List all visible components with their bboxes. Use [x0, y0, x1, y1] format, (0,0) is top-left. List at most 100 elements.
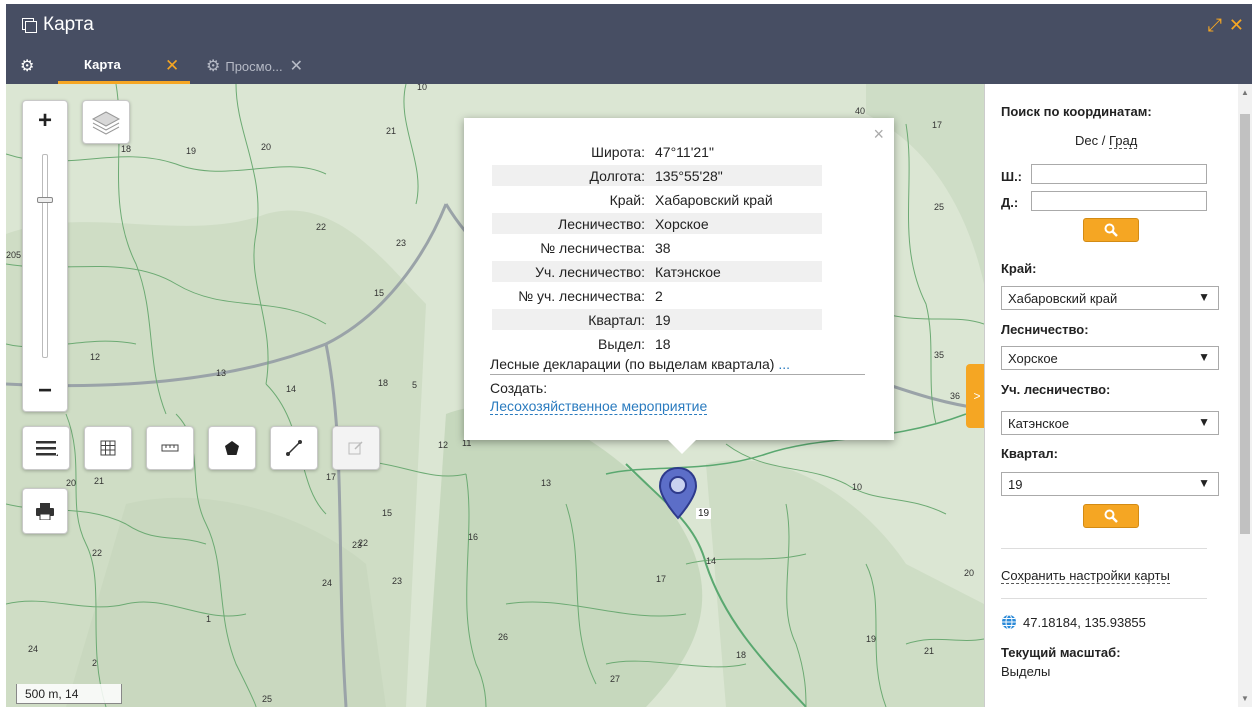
map-parcel-label: 27 [610, 674, 620, 684]
map-parcel-label: 23 [396, 238, 406, 248]
scale-bar: 500 m, 14 [16, 684, 122, 704]
polygon-button[interactable] [208, 426, 256, 470]
map-canvas[interactable]: 21 19 18 20 22 23 15 12 13 14 18 5 11 12 17 21 20 22 23 24 1… [6, 84, 984, 707]
popup-row-value: Катэнское [655, 263, 721, 280]
tab-map-close-icon[interactable]: ✕ [165, 56, 179, 76]
gears-icon: ⚙ [20, 58, 35, 75]
map-parcel-label: 13 [216, 368, 226, 378]
forestry-select[interactable]: Хорское ▼ [1001, 346, 1219, 370]
popup-row: № уч. лесничества: 2 [492, 285, 822, 306]
map-parcel-label: 25 [934, 202, 944, 212]
window-icon [22, 18, 37, 33]
map-parcel-label: 17 [326, 472, 336, 482]
line-button[interactable] [270, 426, 318, 470]
tab-view[interactable]: ⚙ Просмо... ✕ [206, 48, 303, 84]
scroll-down-icon[interactable]: ▼ [1241, 694, 1249, 703]
popup-row-value: 18 [655, 335, 671, 352]
tab-view-close-icon[interactable]: ✕ [290, 56, 303, 76]
map-parcel-label: 25 [262, 694, 272, 704]
map-parcel-label: 13 [541, 478, 551, 488]
lon-input[interactable] [1031, 191, 1207, 211]
subforestry-label: Уч. лесничество: [1001, 382, 1111, 397]
save-settings-link[interactable]: Сохранить настройки карты [1001, 568, 1170, 584]
create-label: Создать: [490, 380, 548, 396]
popup-row-key: № лесничества: [540, 239, 645, 256]
quarter-value: 19 [1008, 477, 1023, 492]
map-parcel-label: 15 [374, 288, 384, 298]
tab-home[interactable]: ⚙ [20, 48, 50, 84]
layers-button[interactable] [82, 100, 130, 144]
map-parcel-label: 26 [498, 632, 508, 642]
popup-row: Лесничество: Хорское [492, 213, 822, 234]
print-button[interactable] [22, 488, 68, 534]
map-parcel-label: 17 [656, 574, 666, 584]
lat-label: Ш.: [1001, 169, 1023, 184]
map-parcel-label: 36 [950, 391, 960, 401]
popup-row-value: 38 [655, 239, 671, 256]
forestry-label: Лесничество: [1001, 322, 1089, 337]
line-icon [286, 440, 302, 456]
declarations-link[interactable]: Лесные декларации (по выделам квартала) … [490, 356, 865, 375]
map-parcel-label: 21 [386, 126, 396, 136]
collapse-panel-button[interactable]: > [966, 364, 984, 428]
popup-row-key: Лесничество: [558, 215, 645, 232]
quarter-search-button[interactable] [1083, 504, 1139, 528]
map-parcel-label: 18 [736, 650, 746, 660]
ruler-button[interactable] [146, 426, 194, 470]
map-parcel-label: 22 [316, 222, 326, 232]
edit-icon [348, 441, 363, 455]
map-parcel-label: 16 [468, 532, 478, 542]
print-icon [36, 503, 54, 520]
region-select[interactable]: Хабаровский край ▼ [1001, 286, 1219, 310]
lat-input[interactable] [1031, 164, 1207, 184]
scroll-up-icon[interactable]: ▲ [1241, 88, 1249, 97]
popup-row-value: 135°55'28" [655, 167, 723, 184]
map-parcel-label: 12 [438, 440, 448, 450]
grid-button[interactable] [84, 426, 132, 470]
tab-bar: ⚙ Карта ✕ ⚙ Просмо... ✕ [6, 48, 1252, 84]
info-popup: × Широта: 47°11'21" Долгота: 135°55'28" Край… [464, 118, 894, 454]
window-title-text: Карта [43, 14, 94, 35]
search-panel: Поиск по координатам: Dec / Град Ш.: Д.:… [984, 84, 1252, 707]
current-coords: 47.18184, 135.93855 [1001, 614, 1146, 630]
popup-row: № лесничества: 38 [492, 237, 822, 258]
declarations-more[interactable]: ... [778, 356, 790, 372]
scrollbar-thumb[interactable] [1240, 114, 1250, 534]
subforestry-select[interactable]: Катэнское ▼ [1001, 411, 1219, 435]
edit-button[interactable] [332, 426, 380, 470]
chevron-right-icon: > [973, 389, 981, 403]
map-parcel-label: 21 [94, 476, 104, 486]
create-forestry-event-link[interactable]: Лесохозяйственное мероприятие [490, 398, 708, 415]
zoom-slider-thumb[interactable] [37, 197, 53, 203]
zoom-control: + − [22, 100, 68, 412]
globe-icon [1002, 614, 1016, 630]
popup-row-key: Широта: [591, 143, 645, 160]
map-parcel-label: 20 [66, 478, 76, 488]
coord-search-button[interactable] [1083, 218, 1139, 242]
subforestry-value: Катэнское [1008, 416, 1070, 431]
quarter-select[interactable]: 19 ▼ [1001, 472, 1219, 496]
mode-dec[interactable]: Dec [1075, 133, 1098, 148]
map-parcel-label: 15 [382, 508, 392, 518]
zoom-out-button[interactable]: − [38, 379, 52, 403]
expand-arrows-icon[interactable]: ⤢ [1208, 16, 1222, 34]
popup-row: Квартал: 19 [492, 309, 822, 330]
panel-scrollbar[interactable]: ▲ ▼ [1238, 84, 1252, 707]
location-marker-icon[interactable] [658, 466, 700, 526]
lon-label: Д.: [1001, 195, 1019, 210]
tab-map[interactable]: Карта ✕ [58, 48, 190, 84]
marker-label: 19 [696, 508, 712, 519]
menu-button[interactable] [22, 426, 70, 470]
close-window-icon[interactable]: ✕ [1229, 16, 1244, 34]
popup-row-key: Квартал: [588, 311, 645, 328]
current-scale-value: Выделы [1001, 664, 1051, 679]
polygon-icon [225, 441, 239, 455]
map-parcel-label: 10 [852, 482, 862, 492]
quarter-label: Квартал: [1001, 446, 1058, 461]
popup-close-icon[interactable]: × [873, 124, 884, 145]
zoom-slider[interactable] [37, 154, 53, 358]
mode-grad[interactable]: Град [1108, 133, 1138, 149]
tab-view-label: Просмо... [225, 58, 283, 74]
zoom-in-button[interactable]: + [38, 109, 52, 133]
dropdown-arrow-icon: ▼ [1198, 350, 1210, 364]
